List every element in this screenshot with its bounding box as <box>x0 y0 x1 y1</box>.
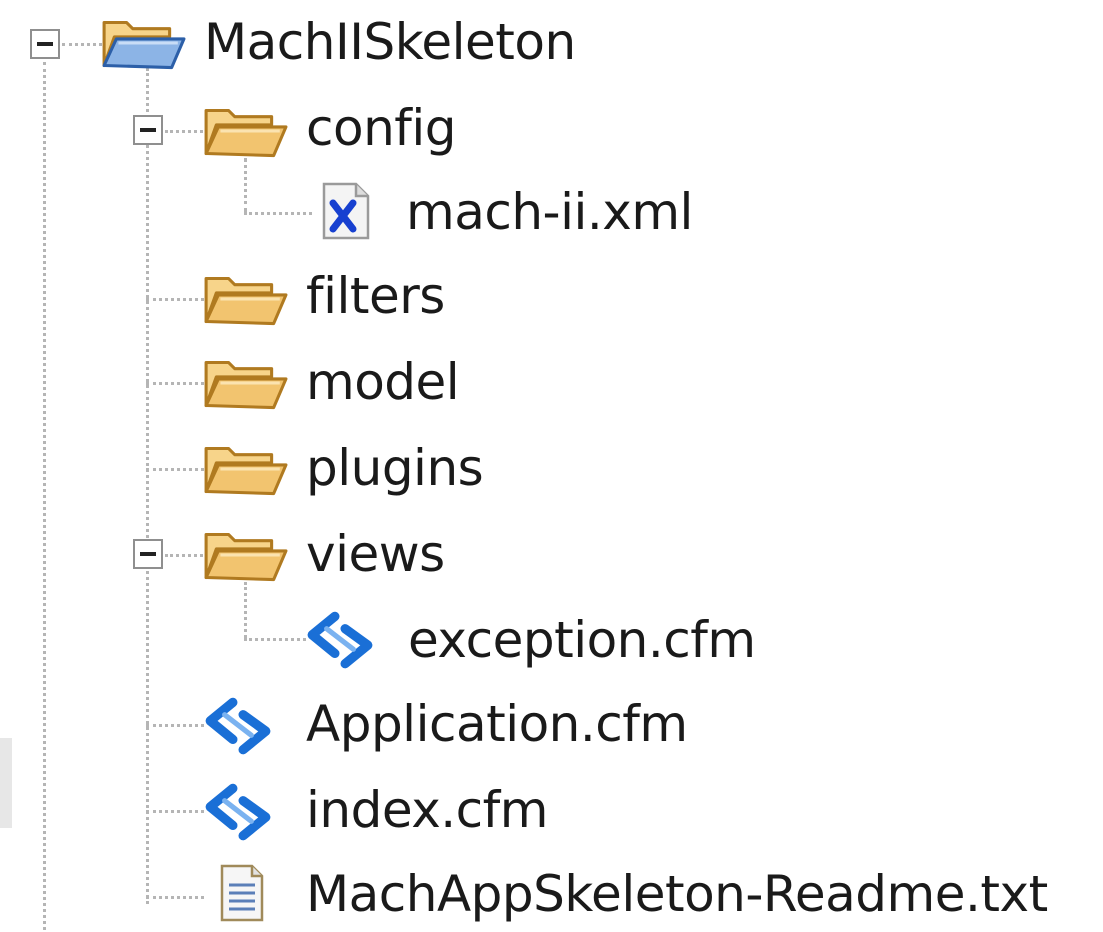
tree-connector <box>165 130 203 133</box>
tree-node-label: mach-ii.xml <box>406 183 693 241</box>
tree-connector <box>244 582 247 638</box>
tree-connector <box>146 68 149 904</box>
folder-open-icon <box>202 268 288 330</box>
tree-connector <box>146 382 204 385</box>
tree-connector <box>244 638 306 641</box>
tree-node-label: exception.cfm <box>408 611 756 669</box>
tree-node-label: MachAppSkeleton-Readme.txt <box>306 865 1048 923</box>
tree-connector <box>146 810 204 813</box>
collapse-toggle[interactable] <box>30 29 60 59</box>
tree-connector <box>244 158 247 212</box>
tree-node-label: views <box>306 525 445 583</box>
folder-open-icon <box>202 524 288 586</box>
tree-connector <box>43 62 46 930</box>
cfm-file-icon <box>304 608 376 670</box>
tree-node-label: plugins <box>306 439 484 497</box>
tree-node-label: model <box>306 353 460 411</box>
tree-connector <box>146 724 204 727</box>
tree-connector <box>146 896 204 899</box>
project-tree: MachIISkeleton config mach-ii.xml filter… <box>0 0 1103 932</box>
folder-open-blue-icon <box>100 12 186 74</box>
cfm-file-icon <box>202 780 274 842</box>
folder-open-icon <box>202 100 288 162</box>
tree-node-label: config <box>306 99 457 157</box>
folder-open-icon <box>202 438 288 500</box>
tree-node-label: MachIISkeleton <box>204 13 576 71</box>
tree-node-label: Application.cfm <box>306 695 688 753</box>
folder-open-icon <box>202 352 288 414</box>
cfm-file-icon <box>202 694 274 756</box>
tree-connector <box>146 468 204 471</box>
text-file-icon <box>212 862 272 924</box>
xml-file-icon <box>316 180 376 242</box>
collapse-toggle[interactable] <box>133 539 163 569</box>
collapse-toggle[interactable] <box>133 115 163 145</box>
tree-node-label: filters <box>306 267 445 325</box>
tree-connector <box>244 212 312 215</box>
tree-connector <box>62 43 102 46</box>
tree-connector <box>146 298 204 301</box>
edge-shadow <box>0 738 12 828</box>
tree-node-label: index.cfm <box>306 781 548 839</box>
tree-connector <box>165 554 203 557</box>
